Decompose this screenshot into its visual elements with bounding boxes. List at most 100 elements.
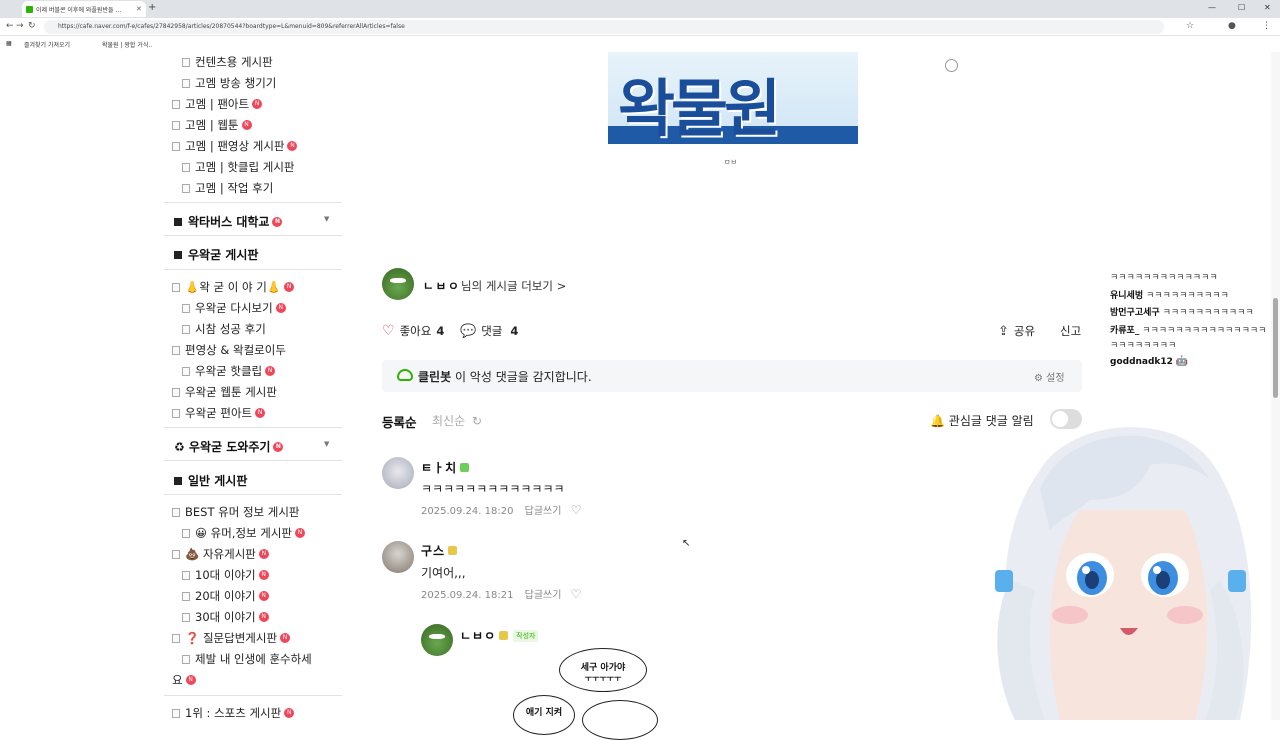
- mouse-cursor-icon: ↖: [682, 538, 691, 549]
- board-icon: [172, 141, 180, 151]
- sidebar-divider: [164, 695, 342, 696]
- sidebar-item[interactable]: 고멤 방송 챙기기: [182, 75, 276, 91]
- board-icon: [172, 408, 180, 418]
- emote-icon: 🤖: [1175, 356, 1189, 367]
- naver-cafe-favicon-icon: [26, 6, 33, 13]
- new-badge: N: [258, 612, 269, 622]
- sidebar-item-continued[interactable]: 요N: [172, 672, 196, 688]
- new-badge: N: [280, 633, 291, 643]
- url-field[interactable]: https://cafe.naver.com/f-e/cafes/2784295…: [44, 20, 1164, 34]
- apps-icon[interactable]: ▦: [6, 40, 12, 47]
- chat-message: goddnadk12 🤖: [1110, 356, 1189, 367]
- board-icon: [172, 282, 180, 292]
- sidebar-item[interactable]: 고멤 | 핫클립 게시판: [182, 159, 294, 175]
- author-avatar[interactable]: [382, 268, 414, 300]
- sidebar-item[interactable]: ❓ 질문답변게시판 N: [172, 630, 291, 646]
- commenter-name[interactable]: ㅌㅏ치: [421, 459, 470, 476]
- tab-title: 이제 버블콘 이후에 와플원반들 ...: [36, 6, 122, 14]
- sidebar-item[interactable]: 우왁굳 웹툰 게시판: [172, 384, 277, 400]
- sidebar-item[interactable]: 고멤 | 작업 후기: [182, 180, 273, 196]
- share-button[interactable]: ⇪ 공유: [998, 323, 1035, 339]
- sidebar-item[interactable]: 😀 유머,정보 게시판 N: [182, 525, 306, 541]
- browser-tab-strip: 이제 버블콘 이후에 와플원반들 ... ✕ + — ☐ ✕: [0, 0, 1280, 18]
- sidebar-item[interactable]: 우왁굳 핫클립 N: [182, 363, 276, 379]
- sidebar-item[interactable]: 우왁굳 편아트 N: [172, 405, 266, 421]
- bookmark-wakmulwon[interactable]: 왁물원 | 왕합 거식..: [102, 40, 152, 49]
- report-button[interactable]: 신고: [1060, 323, 1081, 339]
- reply-button[interactable]: 답글쓰기: [525, 506, 562, 517]
- heart-icon[interactable]: ♡: [571, 503, 582, 517]
- reply-author-avatar[interactable]: [421, 624, 453, 656]
- sidebar-item[interactable]: 고멤 | 팬영상 게시판 N: [172, 138, 298, 154]
- heart-icon: ♡: [382, 323, 395, 339]
- menu-icon[interactable]: ⋮: [1262, 21, 1271, 31]
- new-tab-icon[interactable]: +: [148, 2, 156, 13]
- sidebar-item[interactable]: 💩 자유게시판 N: [172, 546, 269, 562]
- forward-icon[interactable]: →: [16, 21, 24, 31]
- chevron-down-icon[interactable]: ▼: [324, 440, 329, 448]
- commenter-avatar[interactable]: [382, 541, 414, 573]
- share-icon: ⇪: [998, 323, 1009, 339]
- minimize-icon[interactable]: —: [1208, 3, 1216, 12]
- sidebar-divider: [164, 235, 342, 236]
- new-badge: N: [275, 303, 286, 313]
- close-tab-icon[interactable]: ✕: [136, 5, 142, 13]
- cleanbot-settings-button[interactable]: ⚙ 설정: [1034, 369, 1065, 384]
- chevron-down-icon[interactable]: ▼: [324, 215, 329, 223]
- sort-latest-tab[interactable]: 최신순 ↻: [432, 412, 482, 429]
- comic-speech-bubble: 애기 지켜: [513, 695, 575, 735]
- board-icon: [182, 324, 190, 334]
- comment-text: ㅋㅋㅋㅋㅋㅋㅋㅋㅋㅋㅋㅋㅋ: [421, 482, 565, 496]
- sidebar-item[interactable]: 우왁굳 다시보기 N: [182, 300, 286, 316]
- bookmark-star-icon[interactable]: ☆: [1186, 21, 1194, 31]
- sidebar-item[interactable]: 20대 이야기 N: [182, 588, 269, 604]
- sidebar-item[interactable]: 제발 내 인생에 훈수하세: [182, 651, 312, 667]
- refresh-icon[interactable]: ↻: [472, 414, 482, 428]
- reply-author-name[interactable]: ㄴㅂㅇ 작성자: [460, 627, 539, 644]
- board-icon: [172, 99, 180, 109]
- close-window-icon[interactable]: ✕: [1264, 3, 1271, 12]
- profile-avatar-icon[interactable]: ●: [1228, 21, 1236, 31]
- browser-tab[interactable]: 이제 버블콘 이후에 와플원반들 ...: [22, 1, 146, 17]
- board-icon: [172, 708, 180, 718]
- sidebar-item[interactable]: 고멤 | 웹툰 N: [172, 117, 252, 133]
- sidebar-item[interactable]: 👃왁 굳 이 야 기👃 N: [172, 279, 295, 295]
- sidebar-item[interactable]: 1위 : 스포츠 게시판 N: [172, 705, 295, 721]
- commenter-name[interactable]: 구스: [421, 542, 458, 559]
- more-posts-link[interactable]: 님의 게시글 더보기 >: [461, 278, 566, 294]
- sidebar-item[interactable]: 30대 이야기 N: [182, 609, 269, 625]
- sidebar-section-help[interactable]: ♻ 우왁굳 도와주기 N: [174, 438, 284, 455]
- heart-icon[interactable]: ♡: [571, 587, 582, 601]
- comment-meta: 2025.09.24. 18:21 답글쓰기 ♡: [421, 586, 581, 601]
- circle-icon: [945, 59, 958, 72]
- board-icon: [172, 633, 180, 643]
- sort-registered-tab[interactable]: 등록순: [382, 412, 417, 431]
- new-badge: N: [241, 120, 252, 130]
- sidebar-section-waktaverse[interactable]: 왁타버스 대학교 N: [174, 213, 283, 230]
- reply-button[interactable]: 답글쓰기: [525, 590, 562, 601]
- like-button[interactable]: ♡ 좋아요 4: [382, 323, 444, 339]
- comic-speech-bubble: [582, 700, 658, 740]
- sidebar-divider: [164, 427, 342, 428]
- commenter-avatar[interactable]: [382, 457, 414, 489]
- bookmark-import[interactable]: 즐겨찾기 가져오기: [24, 40, 70, 49]
- author-tag: 작성자: [513, 629, 539, 642]
- comment-button[interactable]: 💬 댓글 4: [460, 323, 518, 339]
- back-icon[interactable]: ←: [6, 21, 14, 31]
- sidebar-item[interactable]: 10대 이야기 N: [182, 567, 269, 583]
- sidebar-item[interactable]: 시참 성공 후기: [182, 321, 266, 337]
- sidebar-item[interactable]: 고멤 | 팬아트 N: [172, 96, 263, 112]
- page-scrollbar-thumb[interactable]: [1273, 298, 1278, 398]
- image-caption: ㅁㅂ: [724, 158, 737, 166]
- author-name[interactable]: ㄴㅂㅇ: [423, 278, 461, 294]
- new-badge: N: [273, 441, 284, 452]
- level-badge-icon: [460, 463, 470, 472]
- sidebar-item[interactable]: BEST 유머 정보 게시판: [172, 504, 300, 520]
- maximize-icon[interactable]: ☐: [1238, 3, 1245, 12]
- sidebar-item[interactable]: 컨텐츠용 게시판: [182, 54, 273, 70]
- comment-bubble-icon: 💬: [460, 323, 477, 339]
- level-badge-icon: [448, 546, 458, 555]
- sidebar-item[interactable]: 편영상 & 왁컬로이두: [172, 342, 286, 358]
- new-badge: N: [258, 570, 269, 580]
- reload-icon[interactable]: ↻: [28, 21, 36, 31]
